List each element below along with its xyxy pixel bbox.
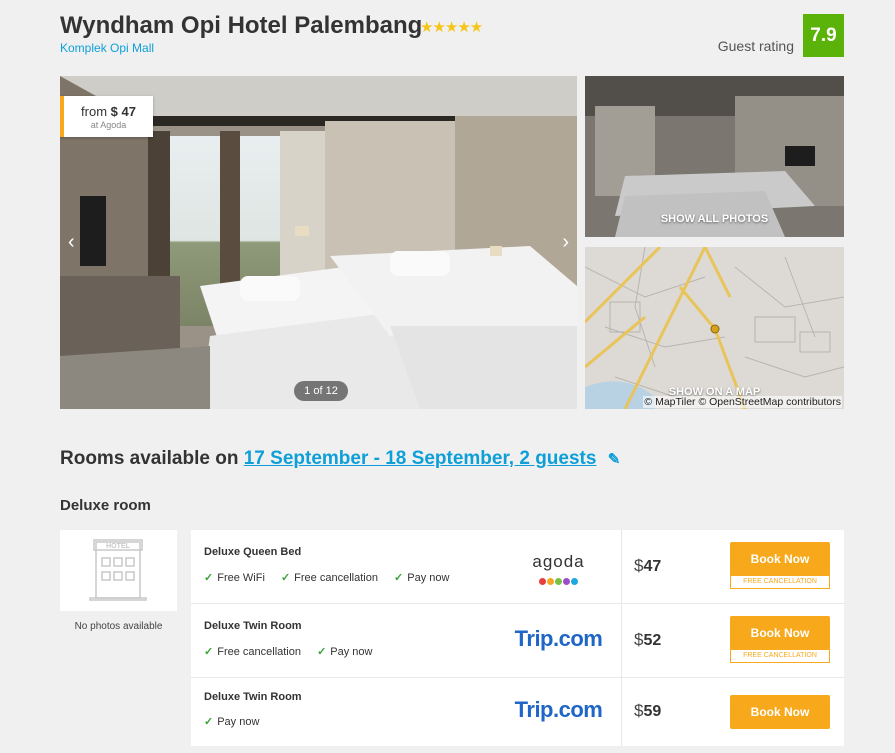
show-all-photos-label: SHOW ALL PHOTOS bbox=[660, 213, 769, 225]
feature-label: Free WiFi bbox=[217, 572, 265, 584]
feature-label: Pay now bbox=[407, 572, 450, 584]
no-photos-text: No photos available bbox=[74, 621, 163, 632]
provider-logo-tripcom: Trip.com bbox=[514, 697, 603, 722]
provider-logo-agoda: agoda bbox=[511, 552, 606, 590]
feature-item: ✓ Pay now bbox=[394, 571, 449, 584]
checkmark-icon: ✓ bbox=[317, 646, 327, 658]
feature-item: ✓ Free cancellation bbox=[281, 571, 378, 584]
offer-room-name: Deluxe Twin Room bbox=[204, 620, 302, 632]
offer-room-name: Deluxe Queen Bed bbox=[204, 546, 302, 558]
free-cancellation-badge: FREE CANCELLATION bbox=[730, 575, 830, 589]
hotel-name: Wyndham Opi Hotel Palembang bbox=[60, 12, 423, 39]
feature-item: ✓ Pay now bbox=[204, 715, 259, 728]
chevron-left-icon[interactable]: ‹ bbox=[68, 231, 75, 254]
feature-item: ✓ Pay now bbox=[317, 645, 372, 658]
photo-counter: 1 of 12 bbox=[294, 381, 348, 401]
dates-guests-link[interactable]: 17 September - 18 September, 2 guests bbox=[244, 448, 597, 469]
offer-divider bbox=[621, 530, 622, 603]
offer-row: Deluxe Twin Room ✓ Pay now Trip.com $59 B… bbox=[191, 678, 844, 746]
price-tag[interactable]: from $ 47 at Agoda bbox=[60, 96, 153, 137]
offer-features: ✓ Pay now bbox=[204, 715, 272, 728]
price-amount: 59 bbox=[643, 703, 662, 720]
price-amount: 52 bbox=[643, 632, 662, 649]
checkmark-icon: ✓ bbox=[204, 646, 214, 658]
feature-item: ✓ Free cancellation bbox=[204, 645, 301, 658]
svg-text:HOTEL: HOTEL bbox=[106, 543, 130, 550]
offer-features: ✓ Free cancellation ✓ Pay now bbox=[204, 645, 385, 658]
photo-gallery: from $ 47 at Agoda ‹ › 1 of 12 SHOW ALL … bbox=[60, 76, 844, 409]
hotel-header: Wyndham Opi Hotel Palembang ★★★★★ Komple… bbox=[60, 10, 844, 66]
main-photo[interactable]: from $ 47 at Agoda ‹ › 1 of 12 bbox=[60, 76, 577, 409]
checkmark-icon: ✓ bbox=[204, 716, 214, 728]
offer-row: Deluxe Queen Bed ✓ Free WiFi ✓ Free cancel… bbox=[191, 530, 844, 604]
feature-label: Free cancellation bbox=[294, 572, 378, 584]
offer-price: $47 bbox=[634, 556, 661, 576]
checkmark-icon: ✓ bbox=[204, 572, 214, 584]
price-from-value: $ 47 bbox=[110, 104, 136, 119]
book-now-button[interactable]: Book Now bbox=[730, 695, 830, 729]
provider-logo-tripcom: Trip.com bbox=[514, 626, 603, 651]
price-amount: 47 bbox=[643, 558, 662, 575]
feature-label: Free cancellation bbox=[217, 646, 301, 658]
pencil-icon[interactable]: ✎ bbox=[608, 450, 621, 468]
room-photo-placeholder: HOTEL bbox=[60, 530, 177, 611]
price-from-label: from bbox=[81, 104, 108, 119]
star-rating: ★★★★★ bbox=[420, 19, 483, 36]
checkmark-icon: ✓ bbox=[394, 572, 404, 584]
offer-features: ✓ Free WiFi ✓ Free cancellation ✓ Pay now bbox=[204, 571, 462, 584]
book-now-button[interactable]: Book Now bbox=[730, 542, 830, 576]
show-on-map-tile[interactable]: SHOW ON A MAP © MapTiler © OpenStreetMap… bbox=[585, 247, 844, 409]
chevron-right-icon[interactable]: › bbox=[562, 231, 569, 254]
free-cancellation-badge: FREE CANCELLATION bbox=[730, 649, 830, 663]
offers-list: Deluxe Queen Bed ✓ Free WiFi ✓ Free cancel… bbox=[191, 530, 844, 746]
rooms-heading: Rooms available on 17 September - 18 Sep… bbox=[60, 448, 620, 470]
offer-row: Deluxe Twin Room ✓ Free cancellation ✓ Pay… bbox=[191, 604, 844, 678]
map-attribution[interactable]: © MapTiler © OpenStreetMap contributors bbox=[643, 396, 842, 408]
hotel-building-icon: HOTEL bbox=[89, 539, 147, 601]
agoda-logo-text: agoda bbox=[532, 552, 585, 571]
offer-divider bbox=[621, 604, 622, 677]
price-source: at Agoda bbox=[90, 120, 127, 130]
rooms-heading-prefix: Rooms available on bbox=[60, 448, 239, 469]
offer-price: $59 bbox=[634, 701, 661, 721]
feature-item: ✓ Free WiFi bbox=[204, 571, 265, 584]
guest-rating-label: Guest rating bbox=[717, 38, 794, 54]
feature-label: Pay now bbox=[217, 716, 260, 728]
agoda-dots-icon bbox=[511, 572, 606, 590]
show-all-photos-tile[interactable]: SHOW ALL PHOTOS bbox=[585, 76, 844, 237]
offer-divider bbox=[621, 678, 622, 746]
offer-room-name: Deluxe Twin Room bbox=[204, 691, 302, 703]
hotel-location-link[interactable]: Komplek Opi Mall bbox=[60, 41, 154, 55]
book-now-button[interactable]: Book Now bbox=[730, 616, 830, 650]
room-type-heading: Deluxe room bbox=[60, 497, 151, 514]
offer-price: $52 bbox=[634, 630, 661, 650]
checkmark-icon: ✓ bbox=[280, 572, 291, 584]
guest-rating-badge: 7.9 bbox=[803, 14, 844, 57]
map-preview bbox=[585, 247, 844, 409]
feature-label: Pay now bbox=[330, 646, 373, 658]
